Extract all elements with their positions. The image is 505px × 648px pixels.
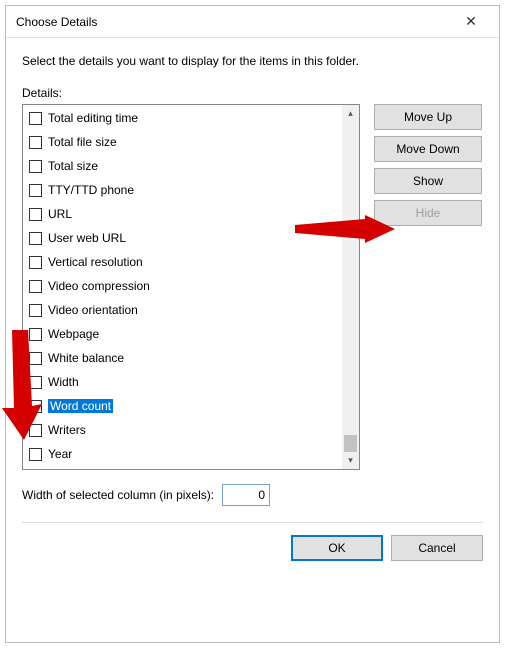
- list-item[interactable]: Vertical resolution: [25, 250, 359, 274]
- checkbox[interactable]: [29, 376, 42, 389]
- choose-details-dialog: Choose Details ✕ Select the details you …: [5, 5, 500, 643]
- list-item-label: User web URL: [48, 231, 126, 245]
- details-label: Details:: [22, 86, 483, 100]
- list-item[interactable]: URL: [25, 202, 359, 226]
- list-item[interactable]: Video compression: [25, 274, 359, 298]
- main-row: Total editing time Total file size Total s…: [22, 104, 483, 470]
- scrollbar[interactable]: ▴ ▾: [342, 105, 359, 469]
- list-item[interactable]: Width: [25, 370, 359, 394]
- hide-button: Hide: [374, 200, 482, 226]
- checkbox[interactable]: [29, 400, 42, 413]
- checkbox[interactable]: [29, 280, 42, 293]
- dialog-content: Select the details you want to display f…: [6, 38, 499, 573]
- checkbox[interactable]: [29, 208, 42, 221]
- list-item-label: Vertical resolution: [48, 255, 143, 269]
- checkbox[interactable]: [29, 160, 42, 173]
- dialog-title: Choose Details: [16, 15, 449, 29]
- list-item-label: Year: [48, 447, 72, 461]
- checkbox[interactable]: [29, 328, 42, 341]
- list-item-label: Total size: [48, 159, 98, 173]
- width-label: Width of selected column (in pixels):: [22, 488, 214, 502]
- list-item-label: Word count: [48, 399, 113, 413]
- list-item-label: Total editing time: [48, 111, 138, 125]
- side-buttons: Move Up Move Down Show Hide: [374, 104, 482, 470]
- list-item[interactable]: User web URL: [25, 226, 359, 250]
- list-item-label: TTY/TTD phone: [48, 183, 134, 197]
- checkbox[interactable]: [29, 136, 42, 149]
- scroll-down-icon[interactable]: ▾: [342, 452, 359, 469]
- checkbox[interactable]: [29, 256, 42, 269]
- list-item-label: White balance: [48, 351, 124, 365]
- list-item-label: Writers: [48, 423, 86, 437]
- close-icon: ✕: [465, 13, 477, 30]
- instruction-text: Select the details you want to display f…: [22, 54, 483, 68]
- list-item-label: Video compression: [48, 279, 150, 293]
- list-item[interactable]: Webpage: [25, 322, 359, 346]
- list-item[interactable]: Writers: [25, 418, 359, 442]
- list-item[interactable]: Video orientation: [25, 298, 359, 322]
- scroll-up-icon[interactable]: ▴: [342, 105, 359, 122]
- separator: [22, 522, 483, 523]
- list-item-label: Total file size: [48, 135, 117, 149]
- list-item[interactable]: Word count: [25, 394, 359, 418]
- dialog-buttons: OK Cancel: [22, 535, 483, 561]
- checkbox[interactable]: [29, 304, 42, 317]
- list-item[interactable]: Total editing time: [25, 106, 359, 130]
- checkbox[interactable]: [29, 424, 42, 437]
- details-listbox[interactable]: Total editing time Total file size Total s…: [22, 104, 360, 470]
- checkbox[interactable]: [29, 232, 42, 245]
- list-item-label: Video orientation: [48, 303, 138, 317]
- close-button[interactable]: ✕: [449, 8, 493, 36]
- list-item[interactable]: Year: [25, 442, 359, 466]
- checkbox[interactable]: [29, 112, 42, 125]
- checkbox[interactable]: [29, 448, 42, 461]
- scroll-thumb[interactable]: [344, 435, 357, 452]
- width-input[interactable]: [222, 484, 270, 506]
- move-up-button[interactable]: Move Up: [374, 104, 482, 130]
- list-item[interactable]: Total file size: [25, 130, 359, 154]
- list-item-label: Webpage: [48, 327, 99, 341]
- list-item[interactable]: TTY/TTD phone: [25, 178, 359, 202]
- move-down-button[interactable]: Move Down: [374, 136, 482, 162]
- list-item[interactable]: White balance: [25, 346, 359, 370]
- checkbox[interactable]: [29, 352, 42, 365]
- show-button[interactable]: Show: [374, 168, 482, 194]
- ok-button[interactable]: OK: [291, 535, 383, 561]
- list-item-label: Width: [48, 375, 79, 389]
- list-item[interactable]: Total size: [25, 154, 359, 178]
- checkbox[interactable]: [29, 184, 42, 197]
- titlebar: Choose Details ✕: [6, 6, 499, 38]
- cancel-button[interactable]: Cancel: [391, 535, 483, 561]
- width-row: Width of selected column (in pixels):: [22, 484, 483, 506]
- list-item-label: URL: [48, 207, 72, 221]
